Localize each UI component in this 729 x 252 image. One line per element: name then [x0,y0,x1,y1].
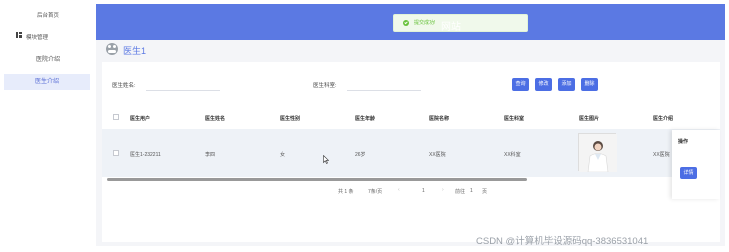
doctor-dept-input[interactable] [347,79,421,91]
pagination-goto-input[interactable]: 1 [470,188,473,194]
sidebar-module-management[interactable]: 模块管理 [26,33,48,41]
pagination-next[interactable]: › [442,187,444,193]
cell-gender: 女 [280,152,286,158]
table-horizontal-scrollbar[interactable] [107,178,527,181]
cell-user: 医生1-232211 [130,152,161,158]
cell-intro: XX医院 [653,152,670,158]
sidebar-item-doctor-intro[interactable]: 医生介绍 [4,74,90,90]
edit-button[interactable]: 修改 [535,78,552,91]
column-header: 医生用户 [130,116,151,122]
avatar-icon [106,43,118,55]
add-button[interactable]: 添加 [558,78,575,91]
pagination-goto-label: 前往 [455,189,466,195]
pagination-total: 共 1 条 [338,189,354,195]
sidebar-item-hospital-intro[interactable]: 医院介绍 [0,52,96,68]
toast-message: 提交成功! [414,20,436,26]
detail-button[interactable]: 详情 [680,167,697,179]
doctor-dept-label: 医生科室: [313,83,337,89]
content-card: 医生姓名: 医生科室: 查询 修改 添加 删除 医生用户 医生姓名 医生性别 医… [102,62,720,242]
column-header: 医生性别 [280,116,301,122]
doctor-name-label: 医生姓名: [112,83,136,89]
cursor-icon [323,155,329,164]
cell-age: 26岁 [355,152,366,158]
main-content: 医生1 医生姓名: 医生科室: 查询 修改 添加 删除 医生用户 医生姓名 医生… [96,40,725,246]
table-row[interactable]: 医生1-232211 李四 女 26岁 XX医院 XX科室 XX医院 [102,129,720,177]
page-title: 医生1 [123,46,147,56]
pagination-page-unit: 页 [482,189,488,195]
delete-button[interactable]: 删除 [581,78,598,91]
doctor-photo[interactable] [578,133,617,173]
operation-column: 操作 详情 [672,130,720,199]
select-all-checkbox[interactable] [113,114,119,120]
top-bar: 提交成功! 网站 [96,4,725,40]
sidebar: 后台首页 模块管理 医院介绍 医生介绍 [0,0,96,252]
site-title: 网站 [441,22,461,33]
column-header: 医生年龄 [355,116,376,122]
success-icon [403,20,409,26]
column-header: 医生图片 [579,116,600,122]
query-button[interactable]: 查询 [512,78,529,91]
module-icon [16,32,22,38]
column-header: 医生介绍 [653,116,673,122]
row-checkbox[interactable] [113,150,119,156]
cell-name: 李四 [205,152,216,158]
watermark: CSDN @计算机毕设源码qq-3836531041 [476,236,649,247]
pagination-current-page[interactable]: 1 [422,188,425,194]
doctor-name-input[interactable] [146,79,220,91]
column-header: 医生姓名 [205,116,226,122]
pagination-prev[interactable]: ‹ [398,187,400,193]
cell-dept: XX科室 [504,152,521,158]
pagination-page-size[interactable]: 7条/页 [368,188,382,195]
column-header: 医院名称 [429,116,450,122]
column-header-operation: 操作 [678,139,689,145]
sidebar-home-link[interactable]: 后台首页 [0,11,96,19]
column-header: 医生科室 [504,116,525,122]
cell-hospital: XX医院 [429,152,446,158]
